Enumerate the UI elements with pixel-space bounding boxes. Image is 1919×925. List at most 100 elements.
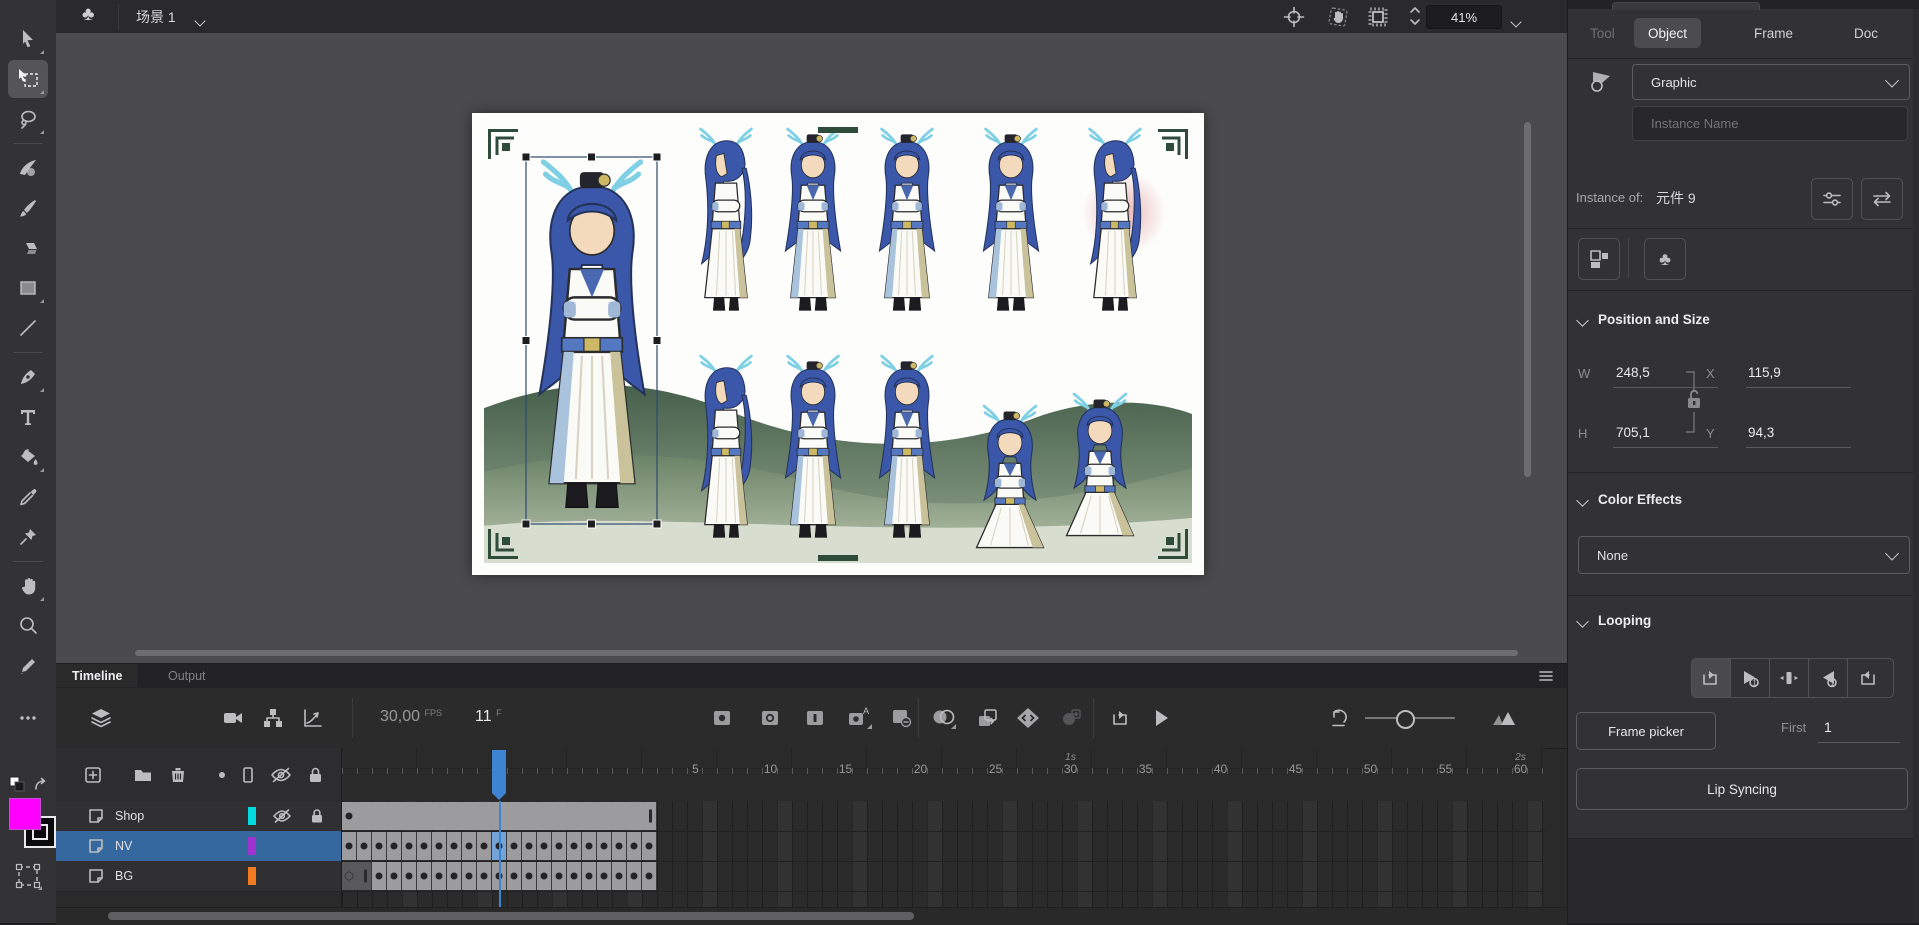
frames-row[interactable] — [342, 861, 1545, 892]
keyframe-cell[interactable] — [522, 862, 537, 890]
keyframe-cell[interactable] — [627, 862, 642, 890]
layer-hidden-toggle[interactable] — [270, 805, 294, 827]
transform-handle[interactable] — [522, 337, 530, 345]
lasso-tool-button[interactable] — [8, 100, 48, 138]
panel-menu-icon[interactable] — [1538, 669, 1554, 683]
frames-row[interactable] — [342, 801, 1545, 832]
frame-ruler[interactable]: 1s2s 51015202530354045505560657075 — [342, 748, 1545, 802]
selection-tool-button[interactable] — [8, 20, 48, 58]
new-layer-button[interactable] — [81, 764, 105, 786]
clip-content-outside-stage-button[interactable] — [1366, 5, 1390, 29]
frames-row[interactable] — [342, 831, 1545, 862]
insert-keyframe-button[interactable] — [707, 704, 737, 732]
scene-breadcrumb[interactable]: 场景 1 — [136, 7, 176, 27]
eye-slash-icon[interactable] — [272, 807, 292, 825]
keyframe-cell[interactable] — [507, 862, 522, 890]
classic-brush-tool-button[interactable] — [8, 189, 48, 227]
tab-timeline[interactable]: Timeline — [56, 664, 139, 687]
keyframe-cell[interactable] — [372, 832, 387, 860]
keyframe-cell[interactable] — [597, 832, 612, 860]
transform-handle[interactable] — [653, 153, 661, 161]
keyframe-cell[interactable] — [567, 832, 582, 860]
keyframe-cell[interactable] — [462, 862, 477, 890]
keyframe-cell[interactable] — [597, 862, 612, 890]
keyframe-cell[interactable] — [432, 862, 447, 890]
frame-picker-button[interactable]: Frame picker — [1576, 712, 1716, 750]
keyframe-cell[interactable] — [372, 862, 387, 890]
keyframe-cell[interactable] — [402, 832, 417, 860]
timeline-zoom-in-button[interactable] — [1488, 704, 1518, 732]
layer-parenting-button[interactable] — [258, 704, 288, 732]
transform-handle[interactable] — [522, 520, 530, 528]
playhead-marker[interactable] — [492, 750, 506, 800]
transform-handle[interactable] — [588, 153, 596, 161]
keyframe-cell[interactable] — [387, 832, 402, 860]
keyframe-cell[interactable] — [627, 832, 642, 860]
free-transform-tool-button[interactable] — [8, 60, 48, 98]
default-colors-icon[interactable] — [10, 777, 24, 791]
fill-color-swatch[interactable] — [9, 798, 41, 830]
delete-layer-button[interactable] — [166, 764, 190, 786]
keyframe-cell[interactable] — [462, 832, 477, 860]
position-size-header[interactable]: Position and Size — [1598, 312, 1710, 327]
rotate-canvas-button[interactable] — [1326, 5, 1350, 29]
symbol-behavior-dropdown[interactable]: Graphic — [1632, 64, 1910, 100]
character-figure-front[interactable] — [879, 129, 934, 310]
layer-row-nv[interactable]: NV — [56, 831, 342, 862]
loop-playback-button[interactable] — [1106, 704, 1136, 732]
y-value[interactable]: 94,3 — [1748, 425, 1774, 440]
h-value[interactable]: 705,1 — [1616, 425, 1650, 440]
transform-handle[interactable] — [653, 520, 661, 528]
insert-frame-button[interactable] — [800, 704, 830, 732]
reverse-loop-mode-button[interactable] — [1848, 659, 1886, 697]
snap-to-objects-button[interactable] — [1282, 5, 1306, 29]
zoom-level-field[interactable]: 41% — [1426, 5, 1502, 29]
canvas-horizontal-scrollbar[interactable] — [135, 650, 1518, 656]
fluid-brush-tool-button[interactable] — [8, 149, 48, 187]
w-value[interactable]: 248,5 — [1616, 365, 1650, 380]
scene-chevron-icon[interactable] — [196, 12, 204, 30]
swap-symbol-button[interactable] — [1861, 178, 1903, 220]
layer-row-bg[interactable]: BG — [56, 861, 342, 892]
eraser-tool-button[interactable] — [8, 229, 48, 267]
paint-bucket-tool-button[interactable] — [8, 438, 48, 476]
layer-outline-color-chip[interactable] — [248, 837, 256, 855]
keyframe-cell[interactable] — [342, 832, 357, 860]
keyframe-cell[interactable] — [582, 862, 597, 890]
eyedropper-tool-button[interactable] — [8, 478, 48, 516]
reset-timeline-zoom-button[interactable] — [1325, 704, 1355, 732]
layer-row-shop[interactable]: Shop — [56, 801, 342, 832]
line-tool-button[interactable] — [8, 309, 48, 347]
swap-colors-icon[interactable] — [36, 779, 45, 790]
character-figure-front[interactable] — [983, 129, 1038, 310]
transform-handle[interactable] — [653, 337, 661, 345]
x-value[interactable]: 115,9 — [1748, 365, 1781, 380]
edit-multiple-frames-button[interactable] — [973, 704, 1003, 732]
outline-layers-toggle[interactable] — [236, 764, 260, 786]
character-figure-front[interactable] — [539, 162, 644, 507]
keyframe-cell[interactable] — [612, 862, 627, 890]
collapse-chevron-icon[interactable] — [1576, 494, 1589, 507]
single-frame-mode-button[interactable] — [1770, 659, 1809, 697]
keyframe-cell[interactable] — [417, 832, 432, 860]
keyframe-cell[interactable] — [642, 862, 657, 890]
instance-name-input[interactable]: Instance Name — [1632, 106, 1908, 141]
text-tool-button[interactable] — [8, 398, 48, 436]
layer-locked-toggle[interactable] — [305, 805, 329, 827]
pencil-tool-button[interactable] — [8, 647, 48, 685]
stage[interactable] — [472, 113, 1204, 575]
keyframe-cell[interactable] — [477, 862, 492, 890]
timeline-horizontal-scrollbar[interactable] — [108, 912, 914, 920]
collapse-chevron-icon[interactable] — [1576, 314, 1589, 327]
zoom-tool-button[interactable] — [8, 607, 48, 645]
hand-tool-button[interactable] — [8, 567, 48, 605]
keyframe-cell[interactable] — [567, 862, 582, 890]
keyframe-cell[interactable] — [522, 832, 537, 860]
transform-handle[interactable] — [588, 520, 596, 528]
keyframe-cell[interactable] — [477, 832, 492, 860]
canvas-vertical-scrollbar[interactable] — [1524, 122, 1531, 477]
keyframe-cell[interactable] — [432, 832, 447, 860]
tab-object[interactable]: Object — [1634, 18, 1701, 48]
keyframe-cell[interactable] — [642, 832, 657, 860]
play-once-mode-button[interactable]: 1 — [1731, 659, 1770, 697]
